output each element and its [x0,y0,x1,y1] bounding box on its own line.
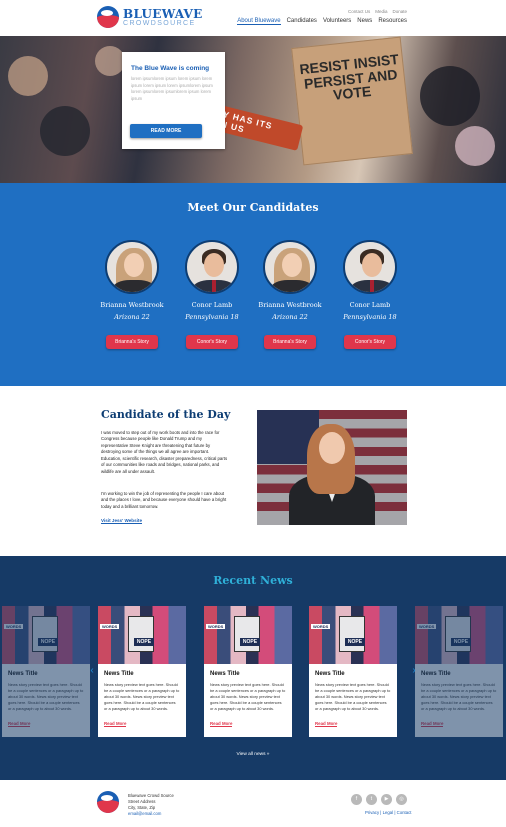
footer-email-link[interactable]: email@email.com [128,811,161,816]
candidate-of-the-day-section: Candidate of the Day I was moved to step… [0,386,506,556]
privacy-link[interactable]: Privacy [365,810,379,815]
carousel-next-arrow-icon[interactable]: › [410,665,418,677]
news-read-more[interactable]: Read More [210,721,233,728]
news-card[interactable]: WORDS News Title News story preview text… [309,606,397,737]
candidate-story-button[interactable]: Conor's Story [186,335,238,349]
recent-news-section: Recent News WORDS News Title News story … [0,556,506,780]
hero-banner: RESIST INSIST PERSIST AND VOTE HISTORY H… [0,36,506,183]
news-card[interactable]: WORDS News Title News story preview text… [2,606,90,737]
twitter-icon[interactable]: t [366,794,377,805]
main-nav: About Bluewave Candidates Volunteers New… [237,18,407,25]
hero-crowd-shape [420,66,480,126]
site-footer: Bluewave Crowd Source Street Address Cit… [0,780,506,827]
site-header: BLUEWAVE CROWDSOURCE Contact Us Media Do… [0,0,506,36]
news-image: WORDS [309,606,397,664]
candidate-district: Pennsylvania 18 [185,313,239,321]
news-read-more[interactable]: Read More [8,721,31,728]
hero-title: The Blue Wave is coming [131,65,210,72]
news-title: News Title [421,671,451,677]
news-body: News story preview text goes here. Shoul… [104,682,180,712]
candidate-name: Brianna Westbrook [258,301,322,309]
read-more-button[interactable]: READ MORE [130,124,202,138]
footer-address: Bluewave Crowd Source Street Address Cit… [128,793,174,817]
hero-body: lorem ipsumlorem ipsum lorem ipsum lorem… [131,76,213,101]
candidate-photo[interactable] [263,240,317,294]
util-donate-link[interactable]: Donate [392,9,407,14]
news-card[interactable]: WORDS News Title News story preview text… [98,606,186,737]
logo-line1: BLUEWAVE [123,6,203,21]
candidate-name: Conor Lamb [349,301,391,309]
news-body: News story preview text goes here. Shoul… [315,682,391,712]
news-image: WORDS [98,606,186,664]
candidate-card: Conor Lamb Pennsylvania 18 Conor's Story [177,240,247,349]
footer-legal-links: Privacy | Legal | Contact [365,810,412,815]
news-heading: Recent News [213,574,293,587]
hero-crowd-shape [95,46,125,76]
candidate-card: Conor Lamb Pennsylvania 18 Conor's Story [335,240,405,349]
cotd-photo [257,410,407,525]
candidate-district: Pennsylvania 18 [343,313,397,321]
util-media-link[interactable]: Media [375,9,387,14]
hero-crowd-shape [8,56,48,96]
news-body: News story preview text goes here. Shoul… [210,682,286,712]
wave-logo-icon [97,6,119,28]
news-body: News story preview text goes here. Shoul… [8,682,84,712]
candidates-section: Meet Our Candidates Brianna Westbrook Ar… [0,183,506,386]
site-logo[interactable]: BLUEWAVE CROWDSOURCE [97,6,203,28]
news-title: News Title [104,671,134,677]
cotd-heading: Candidate of the Day [101,408,231,421]
protest-sign-image: RESIST INSIST PERSIST AND VOTE [291,36,413,166]
nav-candidates[interactable]: Candidates [287,18,317,25]
legal-link[interactable]: Legal [383,810,394,815]
logo-line2: CROWDSOURCE [123,19,196,27]
nav-resources[interactable]: Resources [378,18,407,25]
hero-crowd-shape [455,126,495,166]
news-title: News Title [210,671,240,677]
social-links: f t ▶ ◎ [351,794,407,805]
nav-about[interactable]: About Bluewave [237,18,281,25]
hero-crowd-shape [40,106,90,156]
news-image: WORDS [415,606,503,664]
candidate-photo[interactable] [343,240,397,294]
footer-logo-icon[interactable] [97,791,119,813]
candidate-photo[interactable] [105,240,159,294]
facebook-icon[interactable]: f [351,794,362,805]
news-card[interactable]: WORDS News Title News story preview text… [204,606,292,737]
cotd-website-link[interactable]: Visit Jess' Website [101,518,143,524]
candidate-district: Arizona 22 [272,313,308,321]
util-contact-link[interactable]: Contact Us [348,9,370,14]
news-read-more[interactable]: Read More [315,721,338,728]
candidate-district: Arizona 22 [114,313,150,321]
news-body: News story preview text goes here. Shoul… [421,682,497,712]
candidate-photo[interactable] [185,240,239,294]
news-read-more[interactable]: Read More [421,721,444,728]
candidate-name: Brianna Westbrook [100,301,164,309]
news-read-more[interactable]: Read More [104,721,127,728]
candidate-story-button[interactable]: Conor's Story [344,335,396,349]
candidates-heading: Meet Our Candidates [187,201,319,214]
candidate-card: Brianna Westbrook Arizona 22 Brianna's S… [255,240,325,349]
nav-volunteers[interactable]: Volunteers [323,18,351,25]
view-all-news-link[interactable]: View all news » [0,752,506,757]
candidate-card: Brianna Westbrook Arizona 22 Brianna's S… [97,240,167,349]
news-title: News Title [315,671,345,677]
contact-link[interactable]: Contact [397,810,412,815]
utility-nav: Contact Us Media Donate [348,9,407,14]
instagram-icon[interactable]: ◎ [396,794,407,805]
nav-news[interactable]: News [357,18,372,25]
candidate-name: Conor Lamb [191,301,233,309]
candidate-story-button[interactable]: Brianna's Story [106,335,158,349]
candidate-story-button[interactable]: Brianna's Story [264,335,316,349]
cotd-paragraph: I'm working to win the job of representi… [101,491,227,509]
hero-card: The Blue Wave is coming lorem ipsumlorem… [122,52,225,149]
cotd-paragraph: I was moved to step out of my work boots… [101,430,228,474]
news-image: WORDS [204,606,292,664]
youtube-icon[interactable]: ▶ [381,794,392,805]
news-card[interactable]: WORDS News Title News story preview text… [415,606,503,737]
news-image: WORDS [2,606,90,664]
carousel-prev-arrow-icon[interactable]: ‹ [88,665,96,677]
news-title: News Title [8,671,38,677]
